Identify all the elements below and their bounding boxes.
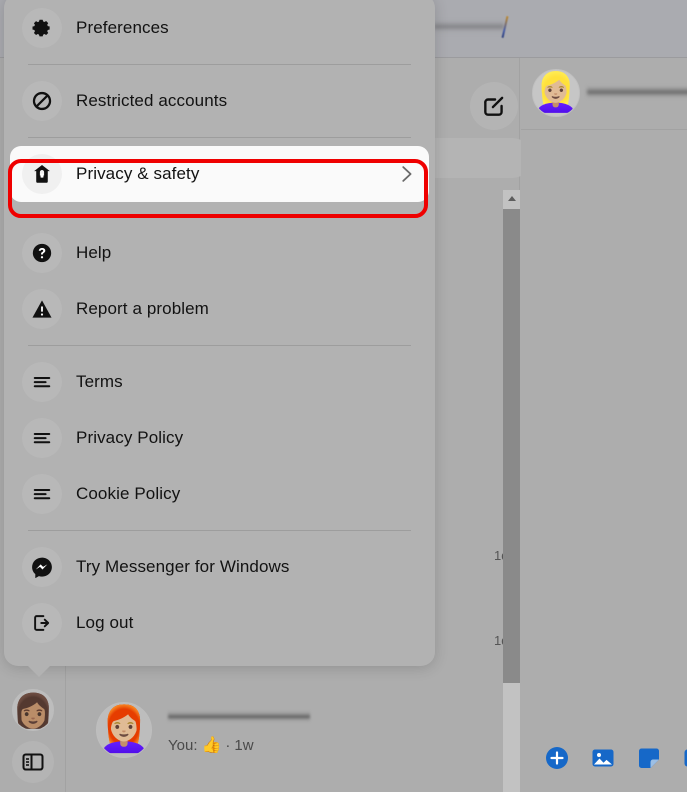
avatar: 👩🏼‍🦰 <box>96 702 152 758</box>
gear-icon <box>22 8 62 48</box>
question-circle-icon <box>22 233 62 273</box>
plus-circle-icon[interactable] <box>545 746 569 770</box>
warning-triangle-icon <box>22 289 62 329</box>
menu-item-label: Cookie Policy <box>76 484 181 503</box>
menu-divider <box>28 137 411 138</box>
menu-item-label: Report a problem <box>76 299 209 318</box>
avatar-emoji: 👩🏼‍🦰 <box>96 705 152 754</box>
shield-home-icon <box>22 154 62 194</box>
menu-item-help[interactable]: Help <box>4 225 435 281</box>
messenger-logo-icon <box>22 547 62 587</box>
document-lines-icon <box>22 474 62 514</box>
image-icon[interactable] <box>591 746 615 770</box>
conversation-header: 👱🏼‍♀️ <box>521 58 687 130</box>
menu-item-preferences[interactable]: Preferences <box>4 0 435 56</box>
logout-arrow-icon <box>22 603 62 643</box>
menu-divider <box>28 216 411 217</box>
chat-list-scrollbar[interactable] <box>503 190 520 792</box>
sticker-icon[interactable] <box>637 746 661 770</box>
list-item[interactable]: 👩🏼‍🦰 You: 👍 · 1w <box>84 694 520 770</box>
conversation-title-blurred <box>587 86 687 98</box>
menu-item-label: Preferences <box>76 18 169 37</box>
menu-item-privacy-and-safety[interactable]: Privacy & safety <box>10 146 429 202</box>
menu-item-report-a-problem[interactable]: Report a problem <box>4 281 435 337</box>
settings-menu: Preferences Restricted accounts Privacy … <box>4 0 435 677</box>
menu-item-terms[interactable]: Terms <box>4 354 435 410</box>
document-lines-icon <box>22 362 62 402</box>
snippet-time: 1w <box>234 736 254 754</box>
sidebar-toggle-button[interactable] <box>12 741 54 783</box>
menu-item-label: Privacy & safety <box>76 164 200 183</box>
document-lines-icon <box>22 418 62 458</box>
snippet-prefix: You: <box>168 736 198 754</box>
avatar[interactable]: 👱🏼‍♀️ <box>532 69 580 117</box>
menu-item-label: Privacy Policy <box>76 428 184 447</box>
list-item-name-blurred <box>168 711 310 722</box>
menu-item-cookie-policy[interactable]: Cookie Policy <box>4 466 435 522</box>
gif-icon[interactable]: G <box>683 746 687 770</box>
menu-divider <box>28 64 411 65</box>
avatar-emoji: 👩🏽 <box>12 691 54 729</box>
menu-item-label: Help <box>76 243 112 262</box>
messenger-window: 👩🏽 <box>0 0 687 792</box>
menu-item-log-out[interactable]: Log out <box>4 595 435 651</box>
menu-divider <box>28 530 411 531</box>
settings-menu-list: Preferences Restricted accounts Privacy … <box>4 0 435 666</box>
menu-item-label: Terms <box>76 372 123 391</box>
scrollbar-up-button[interactable] <box>503 190 520 207</box>
menu-divider <box>28 345 411 346</box>
composer-actions: G <box>545 746 687 770</box>
avatar-emoji: 👱🏼‍♀️ <box>532 72 580 114</box>
compose-pencil-icon <box>484 96 504 116</box>
window-title-blurred <box>434 20 504 34</box>
compose-new-message-button[interactable] <box>470 82 518 130</box>
list-item-snippet: You: 👍 · 1w <box>168 735 254 755</box>
conversation-pane: 👱🏼‍♀️ <box>521 58 687 792</box>
restricted-circle-slash-icon <box>22 81 62 121</box>
reaction-thumbsup-icon: 👍 <box>201 737 222 754</box>
menu-item-label: Try Messenger for Windows <box>76 557 290 576</box>
avatar[interactable]: 👩🏽 <box>12 689 54 731</box>
menu-item-restricted-accounts[interactable]: Restricted accounts <box>4 73 435 129</box>
menu-item-label: Log out <box>76 613 134 632</box>
chevron-up-icon <box>507 196 516 201</box>
snippet-separator: · <box>225 736 231 754</box>
panel-layout-icon <box>22 753 44 771</box>
chevron-right-icon <box>395 163 417 185</box>
menu-item-label: Restricted accounts <box>76 91 228 110</box>
scrollbar-thumb[interactable] <box>503 209 520 683</box>
menu-item-try-messenger-for-windows[interactable]: Try Messenger for Windows <box>4 539 435 595</box>
menu-item-privacy-policy[interactable]: Privacy Policy <box>4 410 435 466</box>
